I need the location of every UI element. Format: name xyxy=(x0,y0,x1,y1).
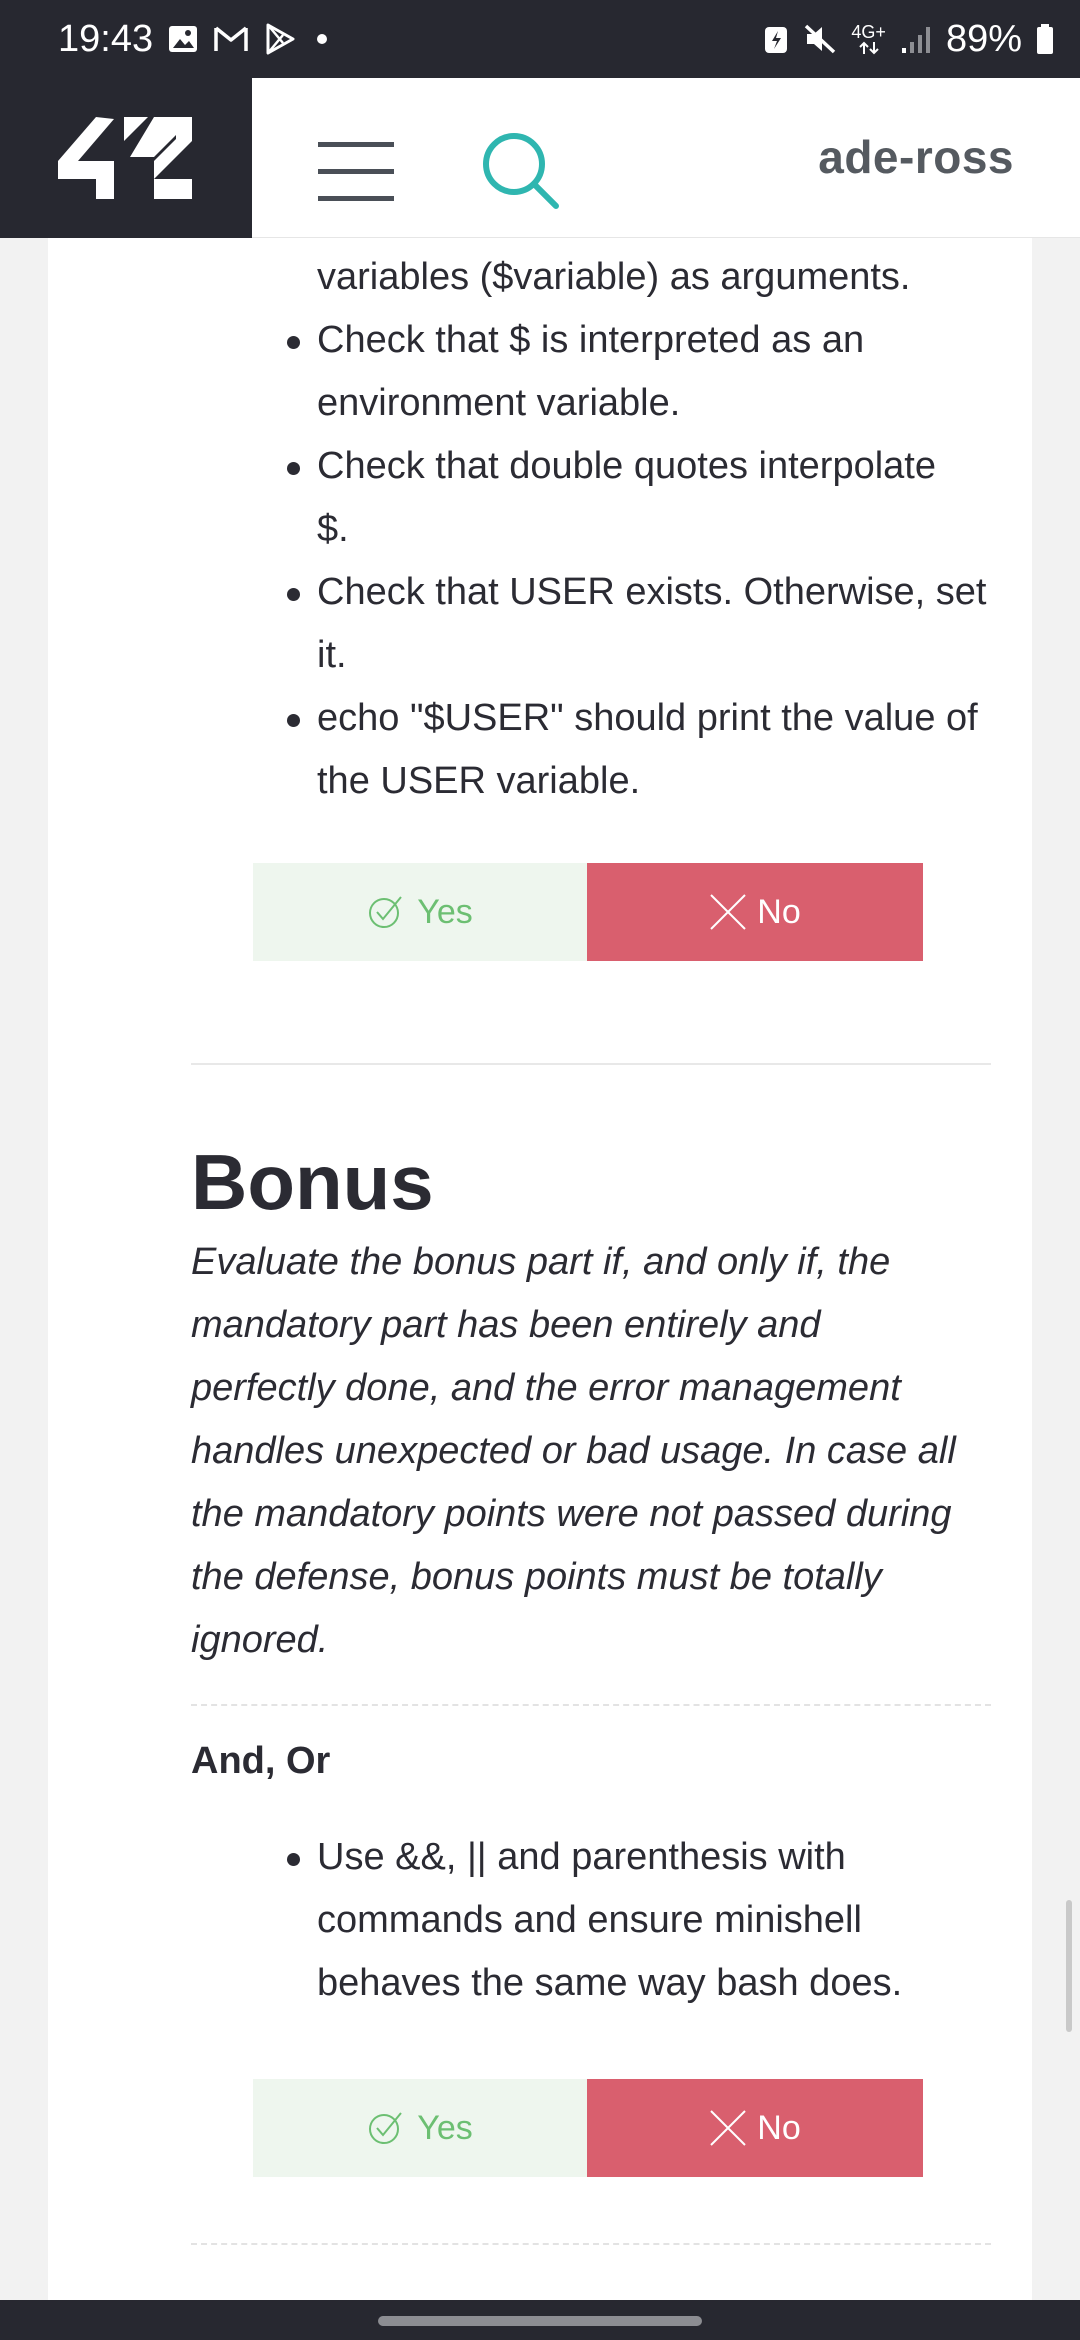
list-item: the USER variable. xyxy=(317,760,641,802)
and-or-checklist: Use &&, || and parenthesis with commands… xyxy=(191,1826,991,2015)
bullet-icon xyxy=(287,588,300,601)
status-left: 19:43 xyxy=(58,17,328,61)
menu-button[interactable] xyxy=(318,142,396,202)
yes-button[interactable]: Yes xyxy=(253,863,587,961)
list-item: Check that $ is interpreted as an xyxy=(191,309,991,372)
list-item: echo "$USER" should print the value of xyxy=(191,687,991,750)
card-content: variables ($variable) as arguments. Chec… xyxy=(191,238,991,2245)
menu-icon xyxy=(318,142,394,201)
bullet-icon xyxy=(287,462,300,475)
list-item: behaves the same way bash does. xyxy=(317,1962,903,2004)
check-icon xyxy=(369,2112,403,2144)
no-button[interactable]: No xyxy=(587,863,923,961)
yes-button[interactable]: Yes xyxy=(253,2079,587,2177)
gmail-icon xyxy=(213,24,249,54)
username[interactable]: ade-ross xyxy=(818,130,1014,184)
logo-42-icon xyxy=(58,117,192,199)
mute-icon xyxy=(803,23,837,55)
no-button[interactable]: No xyxy=(587,2079,923,2177)
subsection-divider xyxy=(191,1704,991,1706)
gallery-icon xyxy=(167,23,199,55)
list-item: Use &&, || and parenthesis with xyxy=(191,1826,991,1889)
signal-icon xyxy=(900,24,932,54)
subsection-divider xyxy=(191,2243,991,2245)
search-icon xyxy=(483,133,559,209)
status-right: 4G+ 89% xyxy=(763,18,1054,61)
variables-answer-buttons: Yes No xyxy=(253,863,923,961)
yes-label: Yes xyxy=(417,892,473,931)
bonus-description: Evaluate the bonus part if, and only if,… xyxy=(191,1241,956,1661)
list-item: $. xyxy=(317,508,349,550)
status-bar: 19:43 4G+ 89% xyxy=(0,0,1080,78)
bullet-icon xyxy=(287,1853,300,1866)
bullet-icon xyxy=(287,336,300,349)
list-item: it. xyxy=(317,634,347,676)
check-icon xyxy=(369,896,403,928)
home-handle[interactable] xyxy=(378,2316,702,2326)
no-label: No xyxy=(757,2108,801,2147)
and-or-title: And, Or xyxy=(191,1740,331,1782)
bullet-icon xyxy=(287,714,300,727)
section-divider xyxy=(191,1063,991,1065)
network-type: 4G+ xyxy=(851,23,886,55)
scrollbar[interactable] xyxy=(1066,1900,1072,2032)
battery-percent: 89% xyxy=(945,17,1022,60)
list-item: Check that double quotes interpolate xyxy=(191,435,991,498)
notification-dot xyxy=(317,34,328,44)
list-item: Check that USER exists. Otherwise, set xyxy=(191,561,991,624)
variables-checklist: variables ($variable) as arguments. Chec… xyxy=(191,246,991,813)
list-item: environment variable. xyxy=(317,382,681,424)
bonus-title: Bonus xyxy=(191,1138,434,1226)
play-store-icon xyxy=(263,22,297,56)
close-icon xyxy=(710,894,746,930)
no-label: No xyxy=(757,892,801,931)
navigation-bar xyxy=(0,2300,1080,2340)
battery-icon xyxy=(1036,23,1054,55)
status-time: 19:43 xyxy=(58,17,154,60)
app-header: ade-ross xyxy=(0,78,1080,238)
evaluation-card: variables ($variable) as arguments. Chec… xyxy=(48,238,1032,2300)
list-item: variables ($variable) as arguments. xyxy=(317,256,911,298)
battery-saver-icon xyxy=(763,23,789,55)
close-icon xyxy=(710,2110,746,2146)
yes-label: Yes xyxy=(417,2108,473,2147)
list-item: commands and ensure minishell xyxy=(317,1899,862,1941)
logo[interactable] xyxy=(0,78,252,238)
search-button[interactable] xyxy=(478,128,562,212)
and-or-answer-buttons: Yes No xyxy=(253,2079,923,2177)
